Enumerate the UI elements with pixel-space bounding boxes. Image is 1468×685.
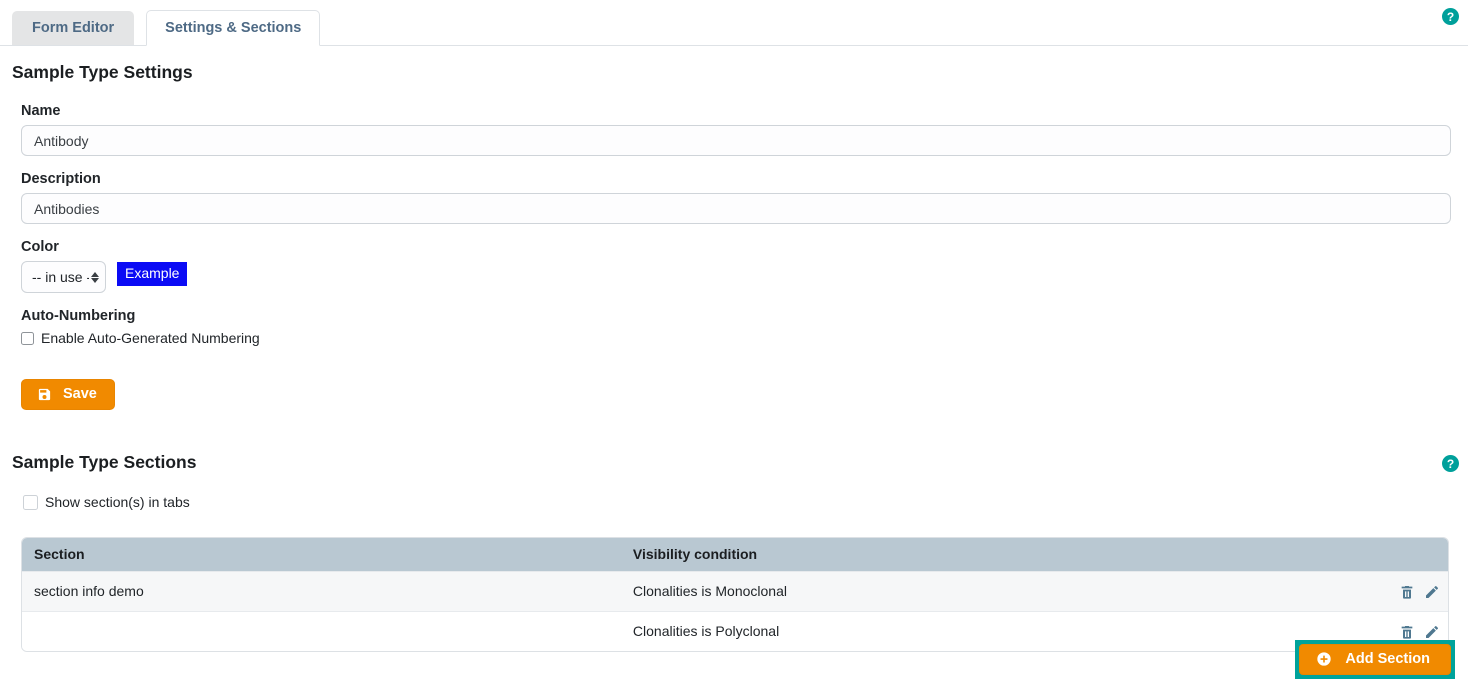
sections-header: Sample Type Sections ? — [0, 452, 1468, 473]
column-header-actions — [1382, 538, 1448, 571]
color-example-badge: Example — [117, 262, 188, 286]
edit-icon[interactable] — [1424, 624, 1440, 640]
color-select-value: -- in use -- — [32, 269, 89, 285]
help-icon[interactable]: ? — [1442, 8, 1459, 25]
tab-form-editor[interactable]: Form Editor — [12, 11, 135, 45]
column-header-section: Section — [22, 538, 621, 571]
table-header-row: Section Visibility condition — [22, 538, 1448, 571]
select-updown-icon — [91, 271, 99, 283]
add-section-button[interactable]: Add Section — [1299, 644, 1451, 675]
plus-circle-icon — [1316, 651, 1332, 667]
show-tabs-checkbox[interactable] — [23, 494, 38, 510]
add-section-highlight: Add Section — [1295, 640, 1455, 679]
name-input[interactable] — [21, 125, 1451, 156]
save-button-label: Save — [63, 386, 97, 402]
section-name-cell: section info demo — [22, 570, 621, 611]
row-actions-cell — [1382, 570, 1448, 611]
color-label: Color — [21, 239, 59, 255]
name-label: Name — [21, 103, 61, 119]
settings-form: Name Description Color -- in use -- Exam… — [21, 103, 1451, 410]
edit-icon[interactable] — [1424, 584, 1440, 600]
section-name-cell — [22, 610, 621, 651]
save-icon — [37, 387, 52, 402]
color-row: -- in use -- Example — [21, 261, 1451, 293]
sections-help-icon[interactable]: ? — [1442, 455, 1459, 472]
auto-numbering-label: Auto-Numbering — [21, 308, 136, 324]
save-button[interactable]: Save — [21, 379, 115, 410]
sections-title: Sample Type Sections — [12, 452, 197, 472]
visibility-condition-cell: Clonalities is Monoclonal — [620, 570, 1382, 611]
auto-numbering-row: Enable Auto-Generated Numbering — [21, 330, 1451, 346]
table-row: section info demo Clonalities is Monoclo… — [22, 570, 1448, 611]
auto-numbering-checkbox[interactable] — [21, 331, 34, 345]
show-tabs-row: Show section(s) in tabs — [23, 494, 1468, 510]
table-row: Clonalities is Polyclonal — [22, 610, 1448, 651]
tab-bar: Form Editor Settings & Sections — [0, 0, 1468, 46]
description-input[interactable] — [21, 193, 1451, 224]
visibility-condition-cell: Clonalities is Polyclonal — [620, 610, 1382, 651]
add-section-button-label: Add Section — [1345, 651, 1430, 667]
tab-settings-sections[interactable]: Settings & Sections — [146, 10, 321, 46]
page-title: Sample Type Settings — [12, 62, 193, 82]
color-select[interactable]: -- in use -- — [21, 261, 106, 293]
delete-icon[interactable] — [1399, 584, 1415, 600]
column-header-visibility: Visibility condition — [620, 538, 1382, 571]
auto-numbering-checkbox-label[interactable]: Enable Auto-Generated Numbering — [41, 330, 260, 346]
page: Form Editor Settings & Sections ? Sample… — [0, 0, 1468, 685]
show-tabs-checkbox-label[interactable]: Show section(s) in tabs — [45, 494, 190, 510]
description-label: Description — [21, 171, 101, 187]
sections-table: Section Visibility condition section inf… — [21, 537, 1449, 652]
delete-icon[interactable] — [1399, 624, 1415, 640]
